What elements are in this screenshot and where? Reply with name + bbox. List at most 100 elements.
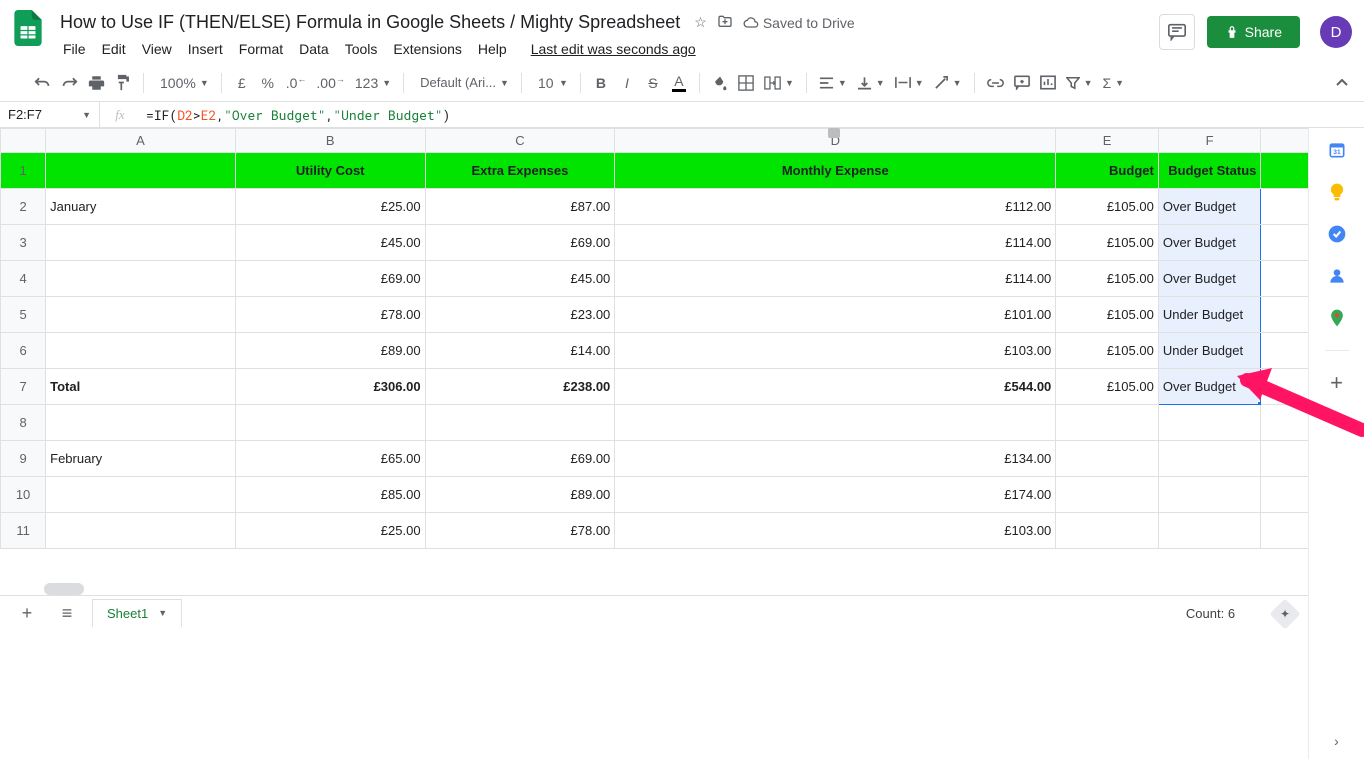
col-header-C[interactable]: C — [425, 129, 615, 153]
menu-format[interactable]: Format — [232, 37, 290, 61]
collapse-toolbar-button[interactable] — [1330, 70, 1354, 96]
side-collapse-button[interactable]: › — [1334, 733, 1339, 749]
column-splitter[interactable] — [828, 128, 840, 138]
cell-F2[interactable]: Over Budget — [1158, 189, 1261, 225]
link-button[interactable] — [983, 70, 1008, 96]
star-icon[interactable]: ☆ — [694, 14, 707, 31]
row-header[interactable]: 2 — [1, 189, 46, 225]
cell-A4[interactable] — [46, 261, 236, 297]
print-button[interactable] — [84, 70, 109, 96]
cell-A9[interactable]: February — [46, 441, 236, 477]
cell-A10[interactable] — [46, 477, 236, 513]
move-icon[interactable] — [717, 14, 733, 31]
cell-D9[interactable]: £134.00 — [615, 441, 1056, 477]
cell-E9[interactable] — [1056, 441, 1159, 477]
horizontal-scrollbar[interactable] — [44, 583, 84, 595]
cell-C10[interactable]: £89.00 — [425, 477, 615, 513]
cell-E5[interactable]: £105.00 — [1056, 297, 1159, 333]
cell-A5[interactable] — [46, 297, 236, 333]
all-sheets-button[interactable]: ≡ — [52, 599, 82, 629]
paint-format-button[interactable] — [111, 70, 135, 96]
cell-B6[interactable]: £89.00 — [235, 333, 425, 369]
cell-E10[interactable] — [1056, 477, 1159, 513]
cell-A3[interactable] — [46, 225, 236, 261]
bold-button[interactable]: B — [589, 70, 613, 96]
cell-F6[interactable]: Under Budget — [1158, 333, 1261, 369]
cell-B2[interactable]: £25.00 — [235, 189, 425, 225]
menu-extensions[interactable]: Extensions — [386, 37, 468, 61]
cell-F7[interactable]: Over Budget — [1158, 369, 1261, 405]
formula-input[interactable]: =IF(D2>E2, "Over Budget", "Under Budget"… — [140, 102, 1364, 127]
contacts-icon[interactable] — [1327, 266, 1347, 286]
cell-C5[interactable]: £23.00 — [425, 297, 615, 333]
cell-D11[interactable]: £103.00 — [615, 513, 1056, 549]
col-header-A[interactable]: A — [46, 129, 236, 153]
cell-F10[interactable] — [1158, 477, 1261, 513]
row-header[interactable]: 11 — [1, 513, 46, 549]
rotate-button[interactable]: ▼ — [930, 70, 966, 96]
row-header[interactable]: 8 — [1, 405, 46, 441]
menu-file[interactable]: File — [56, 37, 93, 61]
cell-B11[interactable]: £25.00 — [235, 513, 425, 549]
cell-C2[interactable]: £87.00 — [425, 189, 615, 225]
undo-button[interactable] — [30, 70, 55, 96]
number-format-select[interactable]: 123▼ — [351, 70, 395, 96]
valign-button[interactable]: ▼ — [853, 70, 889, 96]
addons-button[interactable]: + — [1327, 373, 1347, 393]
last-edit-link[interactable]: Last edit was seconds ago — [524, 37, 703, 61]
italic-button[interactable]: I — [615, 70, 639, 96]
spreadsheet-grid[interactable]: A B C D E F 1Utility CostExtra ExpensesM… — [0, 128, 1364, 601]
cell-E4[interactable]: £105.00 — [1056, 261, 1159, 297]
cell-C3[interactable]: £69.00 — [425, 225, 615, 261]
cell-A6[interactable] — [46, 333, 236, 369]
row-header[interactable]: 1 — [1, 153, 46, 189]
cell-A11[interactable] — [46, 513, 236, 549]
doc-title[interactable]: How to Use IF (THEN/ELSE) Formula in Goo… — [56, 10, 684, 35]
cell-B5[interactable]: £78.00 — [235, 297, 425, 333]
cell-E11[interactable] — [1056, 513, 1159, 549]
comments-button[interactable] — [1159, 14, 1195, 50]
functions-button[interactable]: Σ▼ — [1098, 70, 1128, 96]
row-header[interactable]: 7 — [1, 369, 46, 405]
fill-color-button[interactable] — [708, 70, 732, 96]
cell-E8[interactable] — [1056, 405, 1159, 441]
maps-icon[interactable] — [1327, 308, 1347, 328]
cell-C9[interactable]: £69.00 — [425, 441, 615, 477]
cell-D5[interactable]: £101.00 — [615, 297, 1056, 333]
calendar-icon[interactable]: 31 — [1327, 140, 1347, 160]
row-header[interactable]: 9 — [1, 441, 46, 477]
explore-button[interactable]: ✦ — [1269, 598, 1300, 629]
save-status[interactable]: Saved to Drive — [743, 15, 855, 31]
sheet-tab-sheet1[interactable]: Sheet1▼ — [92, 599, 182, 627]
fontsize-select[interactable]: 10▼ — [530, 70, 572, 96]
row-header[interactable]: 4 — [1, 261, 46, 297]
row-header[interactable]: 5 — [1, 297, 46, 333]
menu-insert[interactable]: Insert — [181, 37, 230, 61]
cell-F1[interactable]: Budget Status — [1158, 153, 1261, 189]
cell-D1[interactable]: Monthly Expense — [615, 153, 1056, 189]
tasks-icon[interactable] — [1327, 224, 1347, 244]
cell-A1[interactable] — [46, 153, 236, 189]
cell-C7[interactable]: £238.00 — [425, 369, 615, 405]
row-header[interactable]: 6 — [1, 333, 46, 369]
fill-handle[interactable] — [1257, 401, 1261, 405]
cell-D4[interactable]: £114.00 — [615, 261, 1056, 297]
cell-B10[interactable]: £85.00 — [235, 477, 425, 513]
name-box[interactable]: F2:F7▼ — [0, 102, 100, 127]
decrease-decimals-button[interactable]: .0← — [282, 70, 311, 96]
comment-button[interactable] — [1010, 70, 1034, 96]
col-header-F[interactable]: F — [1158, 129, 1261, 153]
cell-E2[interactable]: £105.00 — [1056, 189, 1159, 225]
cell-F4[interactable]: Over Budget — [1158, 261, 1261, 297]
cell-B9[interactable]: £65.00 — [235, 441, 425, 477]
borders-button[interactable] — [734, 70, 758, 96]
cell-A7[interactable]: Total — [46, 369, 236, 405]
cell-C4[interactable]: £45.00 — [425, 261, 615, 297]
chart-button[interactable] — [1036, 70, 1060, 96]
row-header[interactable]: 10 — [1, 477, 46, 513]
menu-help[interactable]: Help — [471, 37, 514, 61]
selection-summary[interactable]: Count: 6▼ — [1186, 606, 1254, 621]
cell-B7[interactable]: £306.00 — [235, 369, 425, 405]
cell-C1[interactable]: Extra Expenses — [425, 153, 615, 189]
cell-A8[interactable] — [46, 405, 236, 441]
